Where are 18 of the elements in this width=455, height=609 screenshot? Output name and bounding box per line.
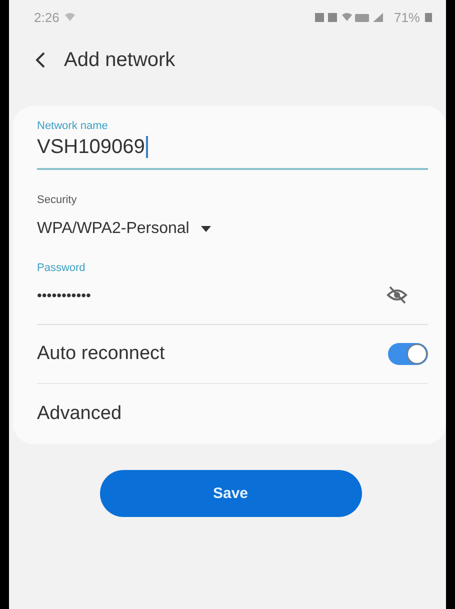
password-field[interactable]: •••••••••••: [37, 274, 428, 325]
setting-row[interactable]: Auto reconnect: [37, 325, 428, 384]
toggle-switch[interactable]: [388, 343, 428, 365]
setting-row[interactable]: Advanced: [37, 384, 428, 444]
input-field[interactable]: VSH109069: [37, 132, 428, 170]
back-icon[interactable]: [34, 51, 46, 69]
wifi-icon: [64, 12, 76, 22]
screen-title: Add network: [64, 48, 176, 72]
battery-level: 71%: [394, 10, 420, 24]
field-label: Security: [37, 193, 78, 206]
dropdown-icon: [201, 226, 212, 232]
security-dropdown[interactable]: WPA/WPA2-Personal: [37, 220, 212, 238]
hidden-eye-icon[interactable]: [386, 285, 408, 305]
battery-icon: [425, 12, 432, 22]
save-button[interactable]: Save: [100, 470, 362, 517]
field-label: Network name: [37, 119, 109, 132]
status-time: 2:26: [34, 10, 60, 24]
field-label: Password: [37, 261, 86, 274]
